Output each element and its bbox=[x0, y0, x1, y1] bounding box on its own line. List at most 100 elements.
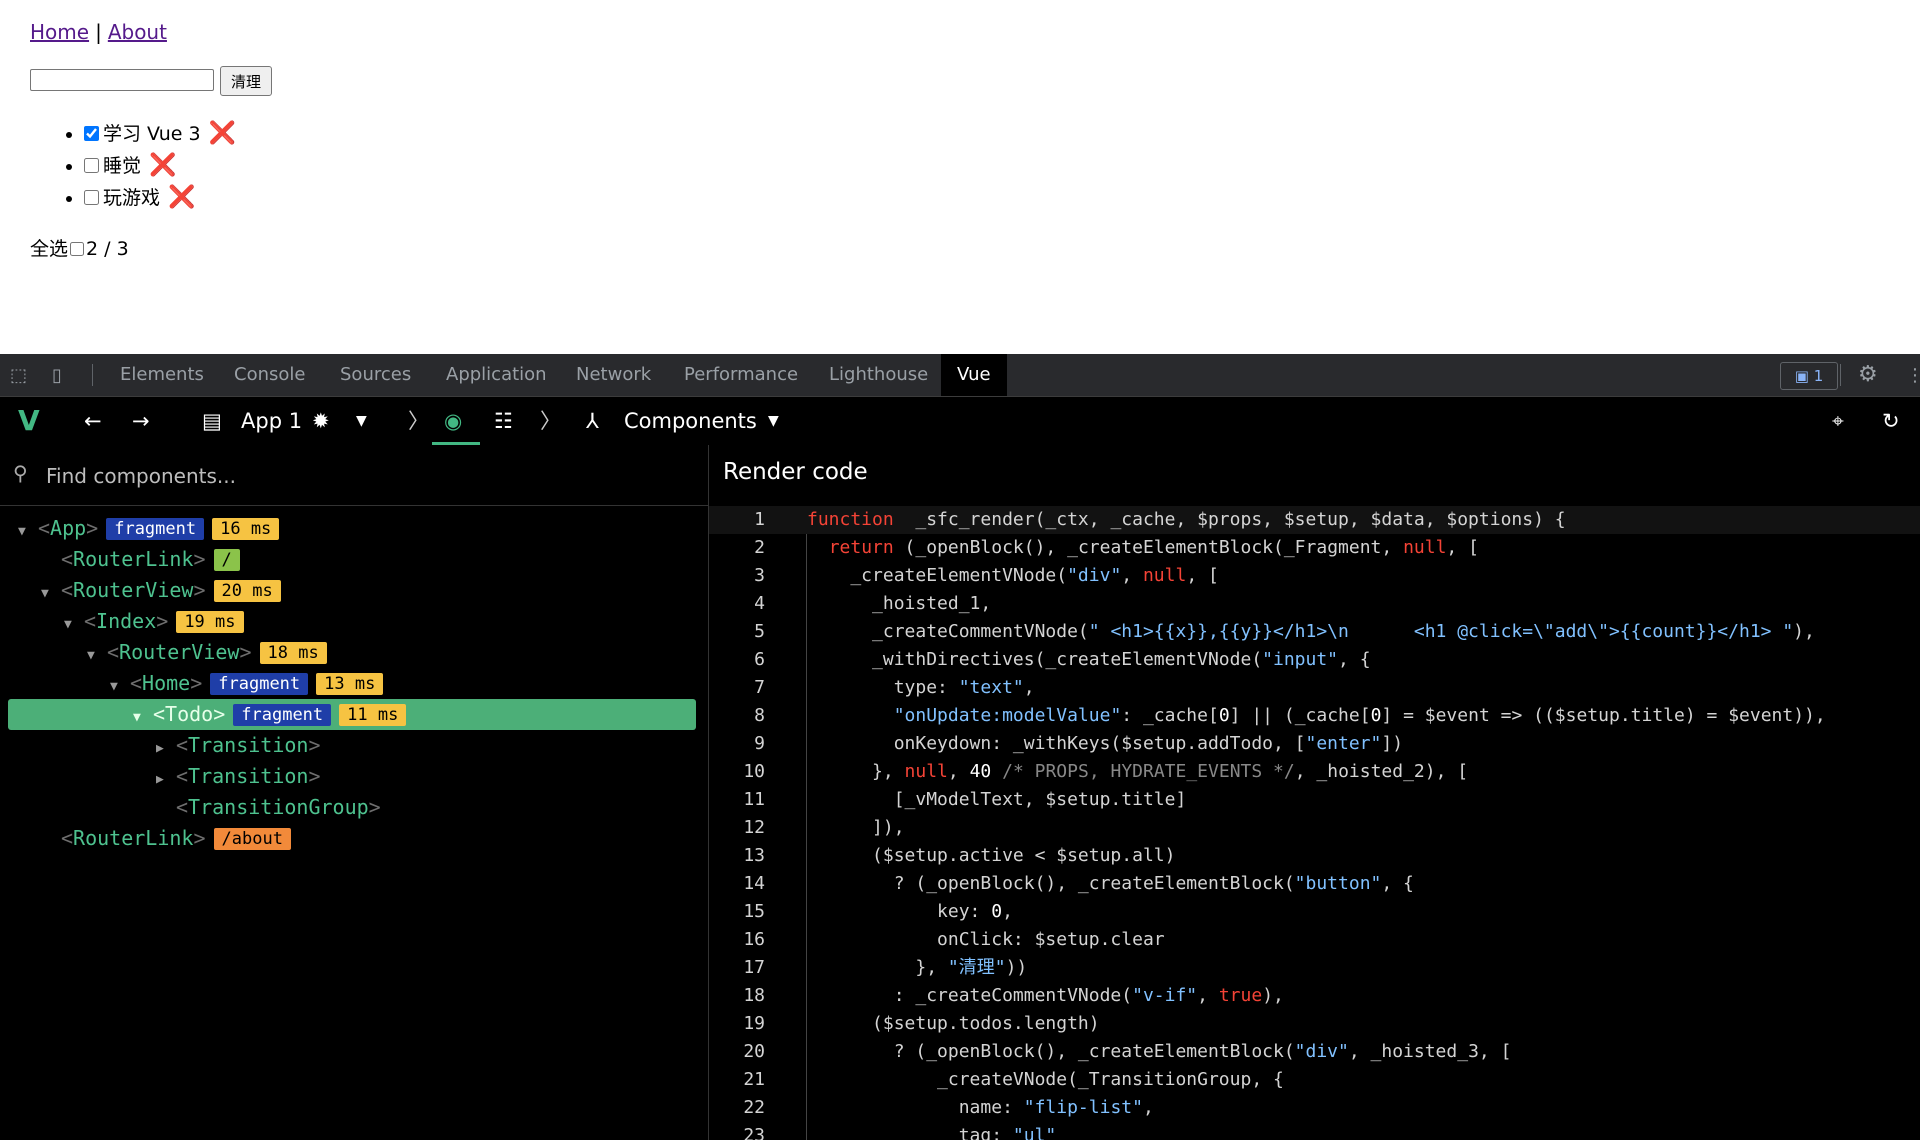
tabbar-divider bbox=[92, 364, 93, 386]
todo-checkbox[interactable] bbox=[84, 126, 99, 141]
select-all-checkbox[interactable] bbox=[70, 242, 85, 256]
todo-checkbox[interactable] bbox=[84, 190, 99, 205]
code-text: type: "text", bbox=[807, 674, 1035, 702]
tree-node-transitiongroup[interactable]: <TransitionGroup> bbox=[0, 792, 708, 823]
tab-elements[interactable]: Elements bbox=[104, 354, 220, 396]
code-line: 12 ]), bbox=[709, 814, 1920, 842]
code-token: }, bbox=[807, 761, 905, 782]
tab-vue[interactable]: Vue bbox=[941, 354, 1007, 396]
code-token: null bbox=[904, 761, 948, 782]
code-token: "button" bbox=[1294, 873, 1382, 894]
todo-title: 学习 Vue 3 bbox=[103, 123, 201, 145]
code-line: 13 ($setup.active < $setup.all) bbox=[709, 842, 1920, 870]
more-options-icon[interactable]: ⋮ bbox=[1906, 365, 1920, 386]
todo-list: 学习 Vue 3 ❌ 睡觉 ❌ 玩游戏 ❌ bbox=[30, 118, 236, 214]
component-tag: fragment bbox=[210, 673, 309, 695]
line-number: 19 bbox=[743, 1013, 765, 1034]
code-token: , bbox=[1002, 901, 1013, 922]
tree-node-todo[interactable]: ▼ <Todo> fragment 11 ms bbox=[8, 699, 696, 730]
code-token: "div" bbox=[1067, 565, 1122, 586]
clear-button[interactable]: 清理 bbox=[220, 66, 273, 96]
todo-input[interactable] bbox=[30, 69, 214, 91]
expand-arrow-icon[interactable]: ▶ bbox=[156, 733, 176, 764]
code-text: return (_openBlock(), _createElementBloc… bbox=[807, 534, 1479, 562]
code-token: ]) bbox=[1381, 733, 1404, 754]
message-icon: ▣ bbox=[1794, 367, 1814, 385]
tree-node-routerlink[interactable]: <RouterLink> /about bbox=[0, 823, 708, 854]
code-token: "清理" bbox=[947, 957, 1006, 978]
render-code-title: Render code bbox=[723, 459, 868, 485]
delete-icon[interactable]: ❌ bbox=[168, 185, 195, 210]
nav-home-link[interactable]: Home bbox=[30, 20, 89, 44]
tab-sources[interactable]: Sources bbox=[324, 354, 427, 396]
tree-node-routerlink[interactable]: <RouterLink> / bbox=[0, 544, 708, 575]
code-token: ? (_openBlock(), _createElementBlock( bbox=[807, 1041, 1295, 1062]
collapse-arrow-icon[interactable]: ▼ bbox=[41, 578, 61, 609]
code-token: ] = $event => (($setup.title) = $event))… bbox=[1381, 705, 1826, 726]
app-selector[interactable]: App 1 bbox=[241, 397, 302, 445]
nav-about-link[interactable]: About bbox=[108, 20, 167, 44]
code-token: "div" bbox=[1294, 1041, 1349, 1062]
component-name: Todo bbox=[165, 702, 214, 726]
tab-performance[interactable]: Performance bbox=[668, 354, 814, 396]
todo-item: 睡觉 ❌ bbox=[84, 150, 236, 182]
component-tag: / bbox=[213, 549, 240, 571]
gear-icon[interactable]: ⚙ bbox=[1858, 362, 1878, 387]
chevron-down-icon[interactable]: ▼ bbox=[768, 397, 779, 445]
search-icon: ⚲ bbox=[13, 461, 28, 485]
tree-node-app[interactable]: ▼ <App> fragment 16 ms bbox=[0, 513, 708, 544]
delete-icon[interactable]: ❌ bbox=[209, 121, 236, 146]
delete-icon[interactable]: ❌ bbox=[149, 153, 176, 178]
code-text: }, null, 40 /* PROPS, HYDRATE_EVENTS */,… bbox=[807, 758, 1468, 786]
component-name: RouterLink bbox=[73, 547, 194, 571]
code-token: , [ bbox=[1446, 537, 1479, 558]
code-line: 7 type: "text", bbox=[709, 674, 1920, 702]
tree-node-index[interactable]: ▼ <Index> 19 ms bbox=[0, 606, 708, 637]
message-badge[interactable]: ▣ 1 bbox=[1780, 362, 1838, 390]
vue-logo-icon: V bbox=[18, 404, 40, 437]
select-component-icon[interactable]: ⌖ bbox=[1832, 397, 1844, 445]
inspect-element-icon[interactable]: ⬚ bbox=[10, 365, 27, 386]
collapse-arrow-icon[interactable]: ▼ bbox=[133, 702, 153, 733]
tab-network[interactable]: Network bbox=[560, 354, 667, 396]
code-view[interactable]: 1 function _sfc_render(_ctx, _cache, $pro… bbox=[709, 506, 1920, 1140]
component-name: RouterLink bbox=[73, 826, 194, 850]
code-text: _hoisted_1, bbox=[807, 590, 991, 618]
collapse-arrow-icon[interactable]: ▼ bbox=[64, 609, 84, 640]
compass-icon[interactable]: ◉ bbox=[444, 397, 462, 445]
code-token: true bbox=[1218, 985, 1263, 1006]
tree-node-transition[interactable]: ▶ <Transition> bbox=[0, 761, 708, 792]
collapse-arrow-icon[interactable]: ▼ bbox=[87, 640, 107, 671]
code-token: [_vModelText, $setup.title] bbox=[807, 789, 1187, 810]
view-selector[interactable]: Components bbox=[624, 397, 757, 445]
code-token: , _hoisted_2), [ bbox=[1294, 761, 1469, 782]
collapse-arrow-icon[interactable]: ▼ bbox=[18, 516, 38, 547]
back-arrow-icon[interactable]: ← bbox=[84, 397, 102, 445]
line-number: 22 bbox=[743, 1097, 765, 1118]
tree-node-routerview[interactable]: ▼ <RouterView> 18 ms bbox=[0, 637, 708, 668]
collapse-arrow-icon[interactable]: ▼ bbox=[110, 671, 130, 702]
refresh-icon[interactable]: ↻ bbox=[1882, 397, 1900, 445]
code-line: 2 return (_openBlock(), _createElementBl… bbox=[709, 534, 1920, 562]
expand-arrow-icon[interactable]: ▶ bbox=[156, 764, 176, 795]
search-input[interactable] bbox=[44, 459, 648, 493]
code-token: "input" bbox=[1262, 649, 1339, 670]
line-number: 8 bbox=[754, 705, 765, 726]
tree-node-transition[interactable]: ▶ <Transition> bbox=[0, 730, 708, 761]
device-toolbar-icon[interactable]: ▯ bbox=[52, 365, 62, 386]
component-search: ⚲ bbox=[0, 445, 708, 506]
component-tag: 20 ms bbox=[213, 580, 281, 602]
forward-arrow-icon[interactable]: → bbox=[132, 397, 150, 445]
timeline-icon[interactable]: ☷ bbox=[494, 397, 513, 445]
tree-node-routerview[interactable]: ▼ <RouterView> 20 ms bbox=[0, 575, 708, 606]
todo-checkbox[interactable] bbox=[84, 158, 99, 173]
tab-console[interactable]: Console bbox=[218, 354, 321, 396]
code-token: _hoisted_1, bbox=[807, 593, 992, 614]
tab-application[interactable]: Application bbox=[430, 354, 563, 396]
todo-footer: 全选 2 / 3 bbox=[30, 234, 129, 261]
tree-node-home[interactable]: ▼ <Home> fragment 13 ms bbox=[0, 668, 708, 699]
chevron-down-icon[interactable]: ▼ bbox=[356, 397, 367, 445]
tab-lighthouse[interactable]: Lighthouse bbox=[813, 354, 944, 396]
code-line: 1 function _sfc_render(_ctx, _cache, $pro… bbox=[709, 506, 1920, 534]
settings-badge-icon[interactable]: ✹ bbox=[312, 397, 330, 445]
